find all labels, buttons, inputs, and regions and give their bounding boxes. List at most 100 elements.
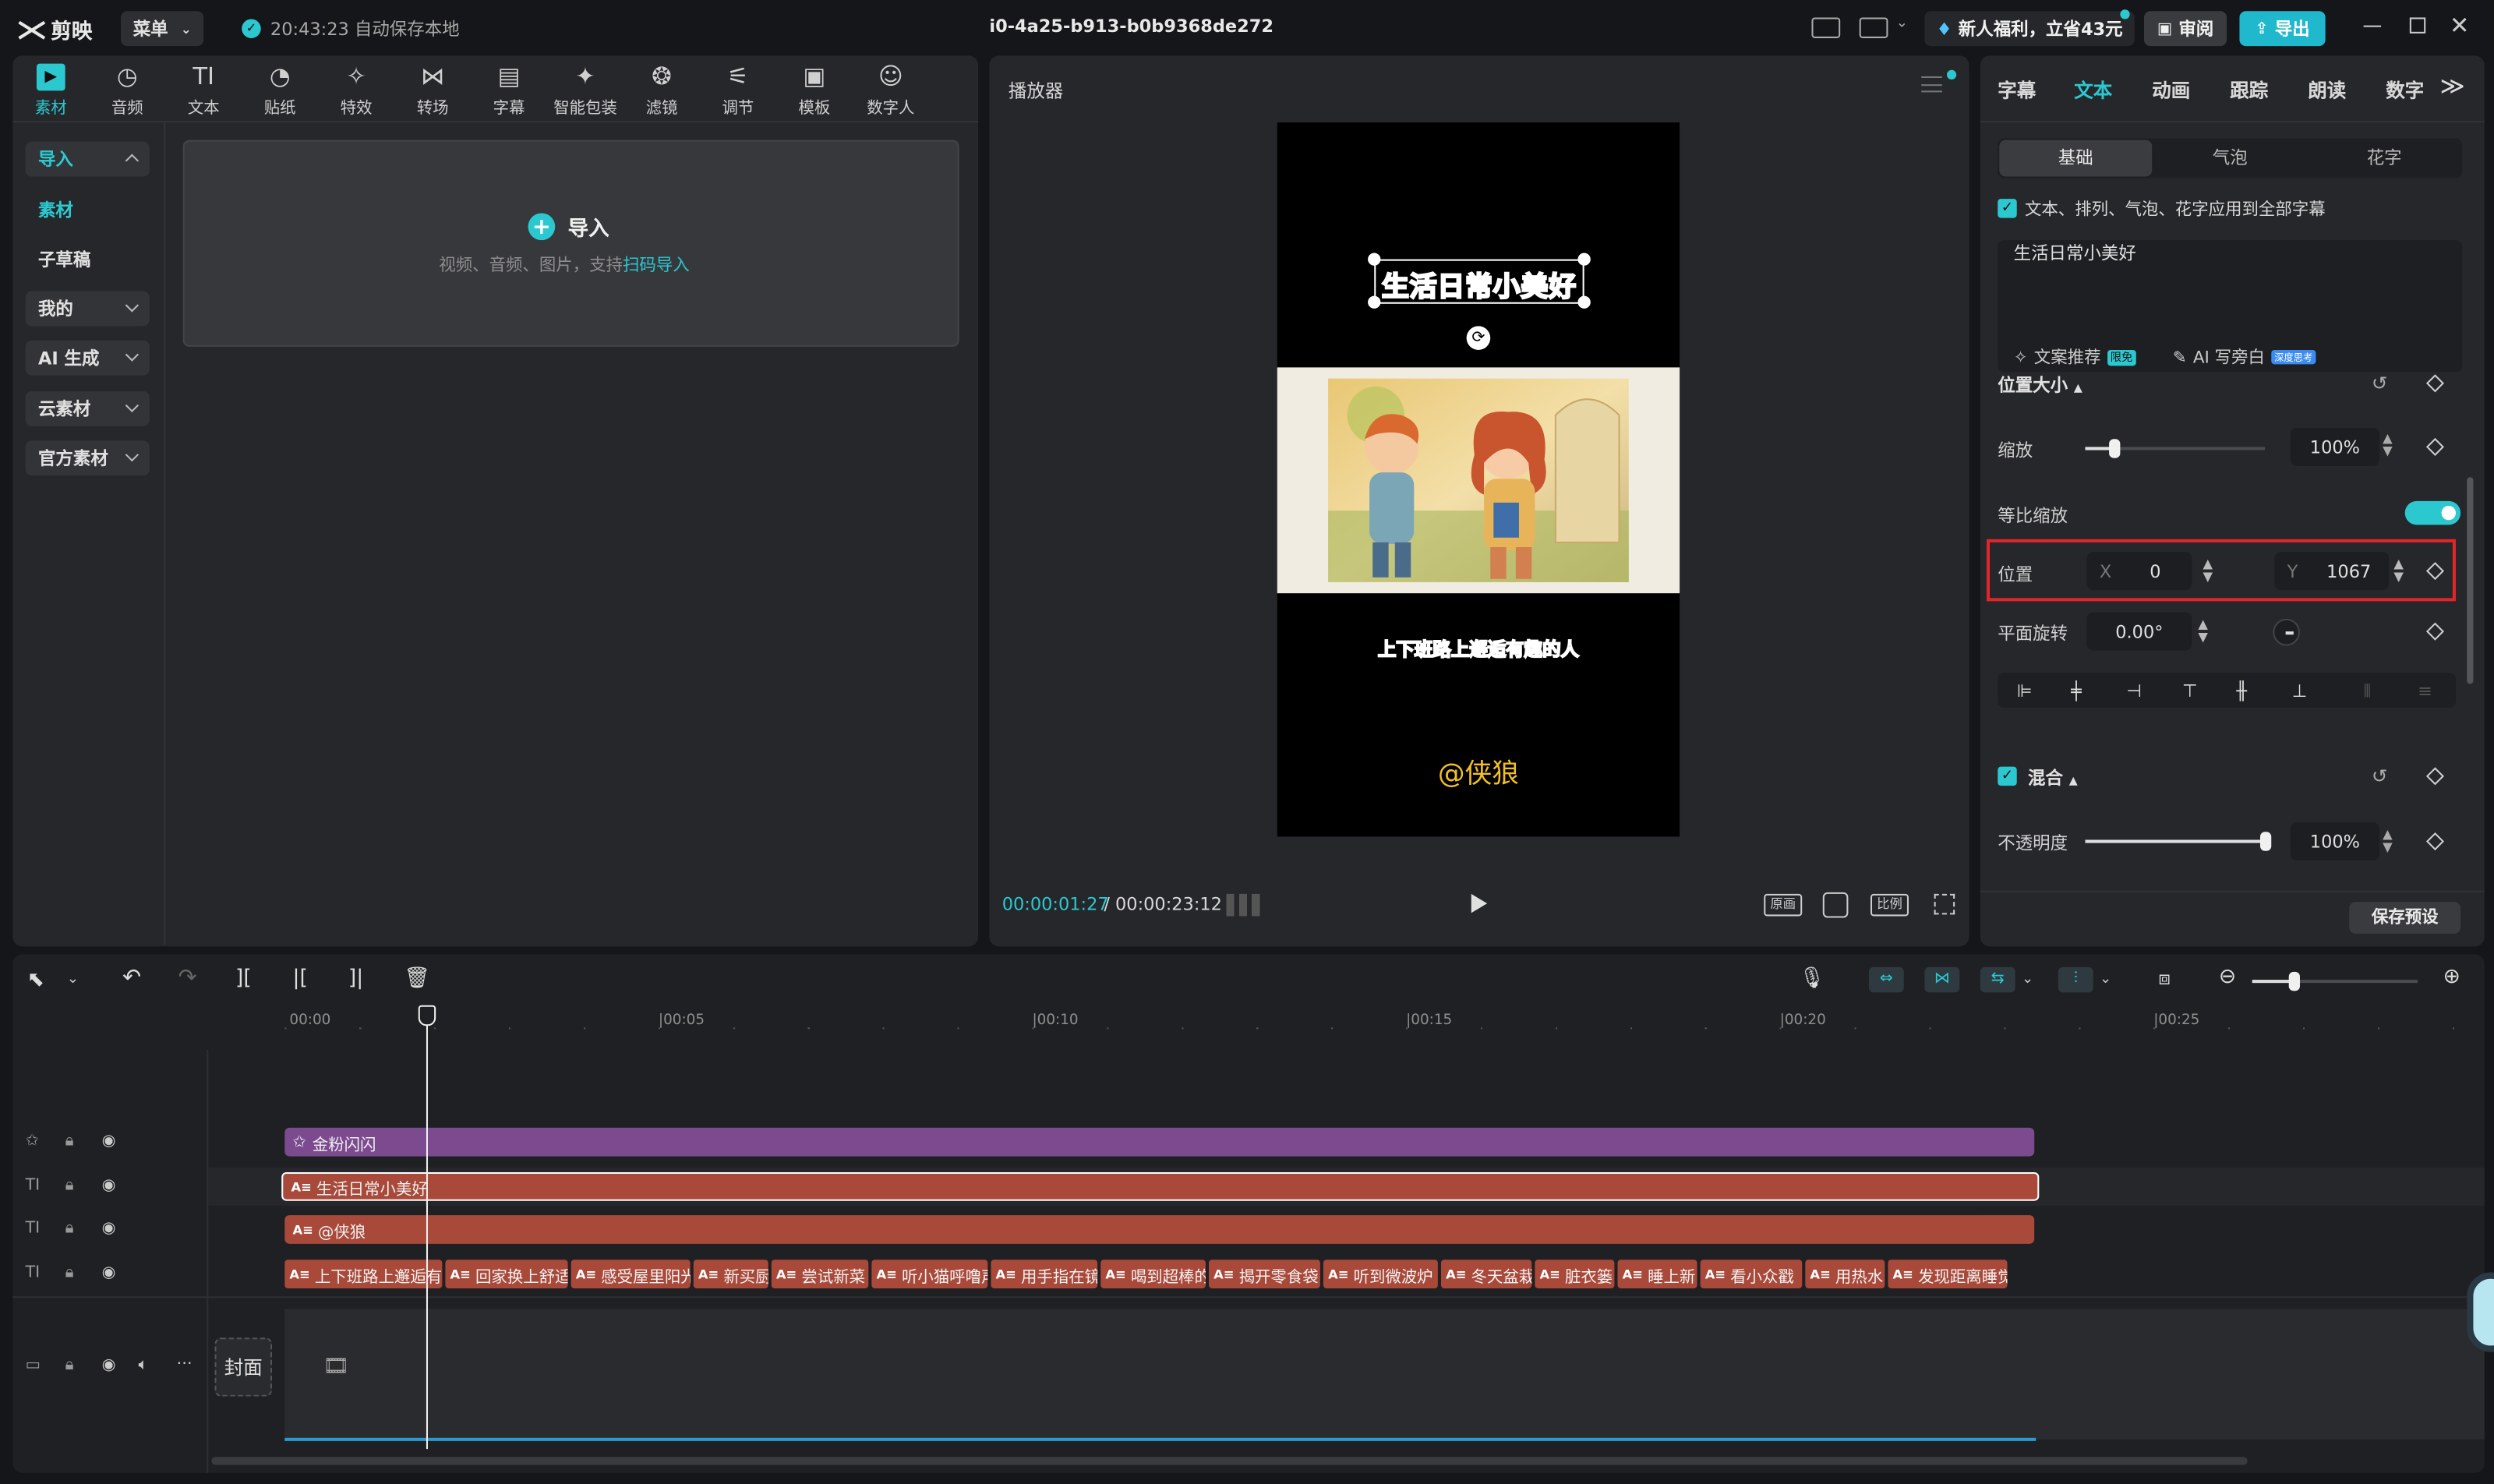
import-dropzone[interactable] — [182, 140, 959, 347]
subtitle-clip[interactable]: A≡ 看小众戳 — [1700, 1260, 1803, 1288]
resize-handle[interactable] — [1577, 295, 1591, 309]
stepper-icon[interactable]: ▲ ▼ — [2203, 557, 2213, 584]
fit-timeline-icon[interactable]: ⧈ — [2158, 967, 2171, 991]
resize-handle[interactable] — [1368, 253, 1381, 266]
align-center-h-icon[interactable]: ╪ — [2071, 680, 2082, 701]
save-preset-button[interactable]: 保存预设 — [2349, 902, 2461, 934]
tab-read-aloud[interactable]: 朗读 — [2308, 76, 2346, 104]
reset-icon[interactable]: ↺ — [2372, 373, 2388, 395]
tool-tab-digital-human[interactable]: ☺ 数字人 — [854, 63, 927, 118]
subtitle-clip[interactable]: A≡ 上下班路上邂逅有 — [284, 1260, 443, 1288]
panel-scrollbar[interactable] — [2467, 477, 2474, 684]
chevron-down-icon[interactable]: ⌄ — [67, 972, 79, 988]
zoom-view-icon[interactable] — [1822, 892, 1849, 918]
reset-icon[interactable]: ↺ — [2372, 765, 2388, 788]
zoom-slider-knob[interactable] — [2288, 971, 2300, 991]
align-bottom-icon[interactable]: ⊥ — [2292, 680, 2308, 701]
preview-axis-icon[interactable]: ⫶ — [2058, 966, 2093, 993]
close-icon[interactable]: ✕ — [2450, 11, 2470, 40]
copy-recommend-button[interactable]: ✧ 文案推荐 限免 — [2014, 345, 2136, 369]
opacity-slider-knob[interactable] — [2259, 832, 2272, 851]
minimize-icon[interactable] — [2363, 25, 2382, 28]
scale-slider-knob[interactable] — [2109, 439, 2121, 458]
eye-icon[interactable]: ◉ — [102, 1220, 116, 1237]
subtitle-clip[interactable]: A≡ 听小猫呼噜声 — [871, 1260, 988, 1288]
align-left-icon[interactable]: ⊫ — [2017, 680, 2033, 701]
scale-value[interactable]: 100% — [2290, 427, 2380, 466]
text-clip-selected[interactable]: A≡ 生活日常小美好 — [281, 1171, 2040, 1201]
blend-checkbox[interactable]: ✓ — [1998, 766, 2017, 786]
promo-button[interactable]: ♦ 新人福利，立省43元 — [1924, 11, 2135, 47]
nav-media[interactable]: 素材 — [26, 193, 150, 228]
tool-tab-template[interactable]: ▣ 模板 — [778, 63, 851, 118]
tool-tab-adjust[interactable]: ⚟ 调节 — [701, 63, 775, 118]
zoom-out-icon[interactable]: ⊖ — [2219, 966, 2236, 990]
rotation-input[interactable]: 0.00° — [2086, 612, 2192, 651]
stepper-icon[interactable]: ▲ ▼ — [2383, 828, 2393, 854]
delete-icon[interactable]: 🗑 — [404, 967, 430, 991]
lock-icon[interactable]: 🔒︎ — [65, 1177, 74, 1194]
opacity-value[interactable]: 100% — [2290, 822, 2380, 861]
position-y-input[interactable]: Y 1067 — [2274, 552, 2390, 591]
blend-section[interactable]: 混合 ▲ — [2028, 765, 2078, 791]
microphone-icon[interactable]: 🎙 — [1799, 967, 1825, 991]
timeline-scrollbar[interactable] — [211, 1457, 2248, 1465]
review-button[interactable]: ▣ 审阅 — [2143, 11, 2227, 47]
stepper-icon[interactable]: ▲ ▼ — [2383, 432, 2393, 458]
lock-icon[interactable]: 🔒︎ — [65, 1132, 74, 1150]
position-x-input[interactable]: X0 — [2086, 552, 2192, 591]
subtitle-clip[interactable]: A≡ 睡上新 — [1617, 1260, 1697, 1288]
subtab-basic[interactable]: 基础 — [1999, 140, 2153, 177]
playhead-handle[interactable] — [418, 1005, 436, 1026]
tab-text[interactable]: 文本 — [2074, 76, 2112, 104]
eye-icon[interactable]: ◉ — [102, 1132, 116, 1150]
tab-animation[interactable]: 动画 — [2152, 76, 2190, 104]
align-top-icon[interactable]: ⊤ — [2182, 680, 2198, 701]
subtitle-clip[interactable]: A≡ 冬天盆栽 — [1440, 1260, 1532, 1288]
tool-tab-text[interactable]: TI 文本 — [167, 63, 240, 118]
import-button[interactable]: + 导入 — [528, 211, 609, 242]
subtitle-clip[interactable]: A≡ 用手指在镜 — [991, 1260, 1098, 1288]
fullscreen-icon[interactable] — [1934, 893, 1955, 915]
lock-icon[interactable]: 🔒︎ — [65, 1357, 74, 1374]
select-tool-icon[interactable]: ⬉ — [27, 969, 44, 993]
subtitle-clip[interactable]: A≡ 用热水 — [1805, 1260, 1885, 1288]
scan-import-link[interactable]: 扫码导入 — [623, 256, 690, 275]
ratio-button[interactable]: 比例 — [1870, 893, 1909, 917]
tab-digital[interactable]: 数字 — [2386, 76, 2424, 104]
text-clip-watermark[interactable]: A≡ @侠狼 — [284, 1215, 2035, 1244]
cover-button[interactable]: 封面 — [214, 1337, 272, 1397]
more-icon[interactable]: ⋯ — [177, 1355, 193, 1373]
subtab-bubble[interactable]: 气泡 — [2153, 140, 2306, 177]
subtitle-clip[interactable]: A≡ 感受屋里阳光 — [571, 1260, 691, 1288]
align-center-v-icon[interactable]: ╫ — [2236, 680, 2247, 701]
subtitle-clip[interactable]: A≡ 新买厨 — [693, 1260, 768, 1288]
apply-all-checkbox[interactable]: ✓ — [1998, 199, 2017, 218]
tab-tracking[interactable]: 跟踪 — [2230, 76, 2268, 104]
export-button[interactable]: ⇪ 导出 — [2239, 11, 2326, 47]
subtitle-clip[interactable]: A≡ 喝到超棒的 — [1100, 1260, 1206, 1288]
subtitle-clip[interactable]: A≡ 脏衣篓 — [1535, 1260, 1615, 1288]
section-position-size[interactable]: 位置大小 ▲ — [1998, 373, 2082, 398]
tool-tab-sticker[interactable]: ◔ 贴纸 — [243, 63, 316, 118]
trim-right-icon[interactable]: ]| — [348, 967, 363, 991]
tab-captions[interactable]: 字幕 — [1998, 76, 2036, 104]
lock-icon[interactable]: 🔒︎ — [65, 1264, 74, 1281]
nav-ai-generate[interactable]: AI 生成 — [25, 340, 150, 376]
linkage-icon[interactable]: ⇆ — [1980, 966, 2015, 993]
more-tabs-icon[interactable]: ≫ — [2440, 72, 2465, 101]
chevron-down-icon[interactable]: ⌄ — [1896, 16, 1908, 31]
eye-icon[interactable]: ◉ — [102, 1177, 116, 1194]
tool-tab-media[interactable]: ▶ 素材 — [14, 63, 87, 118]
rotate-icon[interactable]: ⟳ — [1466, 326, 1491, 350]
eye-icon[interactable]: ◉ — [102, 1264, 116, 1281]
stepper-icon[interactable]: ▲ ▼ — [2393, 557, 2404, 584]
tool-tab-transition[interactable]: ⋈ 转场 — [396, 63, 469, 118]
subtitle-clip[interactable]: A≡ 揭开零食袋 — [1209, 1260, 1320, 1288]
chevron-down-icon[interactable]: ⌄ — [2100, 972, 2111, 988]
tool-tab-audio[interactable]: ◷ 音频 — [90, 63, 164, 118]
trim-left-icon[interactable]: |[ — [293, 967, 308, 991]
speaker-icon[interactable]: 🔈︎ — [139, 1357, 148, 1374]
subtitle-clip[interactable]: A≡ 听到微波炉 — [1323, 1260, 1438, 1288]
magnet-icon[interactable]: ⋈ — [1924, 966, 1960, 993]
